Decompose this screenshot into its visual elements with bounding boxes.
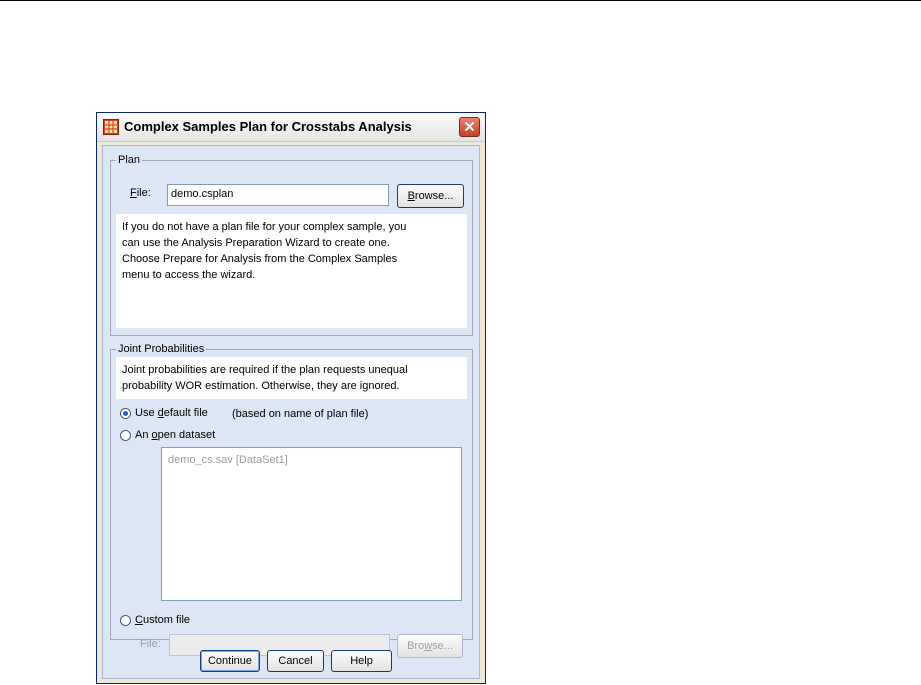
page-top-rule [0, 0, 921, 1]
close-icon [464, 121, 475, 132]
plan-info-text: If you do not have a plan file for your … [116, 214, 467, 328]
cancel-button[interactable]: Cancel [267, 650, 324, 672]
joint-info-text: Joint probabilities are required if the … [116, 357, 467, 399]
custom-file-field-label: File: [140, 638, 161, 650]
plan-file-label: File: [130, 187, 151, 199]
title-bar[interactable]: Complex Samples Plan for Crosstabs Analy… [97, 113, 485, 142]
custom-file-label[interactable]: Custom file [135, 614, 190, 627]
open-dataset-radio[interactable] [120, 430, 131, 441]
continue-button[interactable]: Continue [200, 650, 260, 672]
plan-browse-button[interactable]: Browse... [397, 184, 464, 208]
plan-group-legend: Plan [118, 154, 141, 166]
open-dataset-list[interactable]: demo_cs.sav [DataSet1] [161, 447, 462, 601]
use-default-file-label[interactable]: Use default file [135, 407, 208, 420]
use-default-file-radio[interactable] [120, 408, 131, 419]
custom-browse-button[interactable]: Browse... [397, 634, 463, 658]
dialog-title: Complex Samples Plan for Crosstabs Analy… [124, 119, 412, 134]
close-button[interactable] [459, 117, 480, 137]
custom-file-radio[interactable] [120, 615, 131, 626]
help-button[interactable]: Help [331, 650, 392, 672]
open-dataset-label[interactable]: An open dataset [135, 429, 215, 442]
default-file-note: (based on name of plan file) [232, 408, 369, 420]
dataset-list-item[interactable]: demo_cs.sav [DataSet1] [168, 454, 288, 466]
dialog-body: Plan File: demo.csplan Browse... If you … [102, 145, 480, 679]
crosstabs-plan-dialog: Complex Samples Plan for Crosstabs Analy… [96, 112, 486, 684]
joint-group-legend: Joint Probabilities [118, 343, 205, 355]
plan-file-input[interactable]: demo.csplan [167, 184, 389, 206]
spreadsheet-app-icon [103, 119, 119, 135]
